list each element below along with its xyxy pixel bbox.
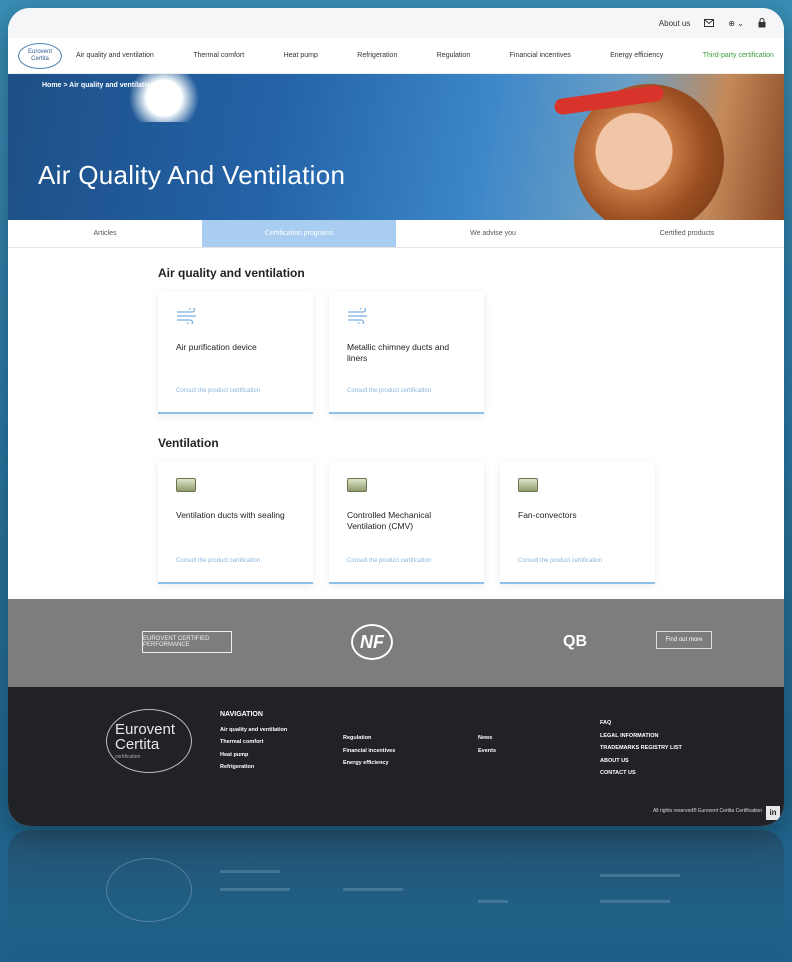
card-row-air-quality: Air purification device Consult the prod…: [158, 292, 784, 414]
card-link[interactable]: Consult the product certification: [347, 558, 431, 564]
card-row-ventilation: Ventilation ducts with sealing Consult t…: [158, 462, 784, 584]
program-card[interactable]: Metallic chimney ducts and liners Consul…: [329, 292, 484, 414]
footer-link[interactable]: Heat pump: [220, 749, 287, 762]
nav-item-regulation[interactable]: Regulation: [437, 52, 470, 59]
product-box-icon: [347, 478, 367, 492]
program-card[interactable]: Air purification device Consult the prod…: [158, 292, 313, 414]
footer-col-1: NAVIGATION Air quality and ventilation T…: [220, 709, 287, 774]
card-title: Air purification device: [176, 342, 257, 352]
linkedin-icon[interactable]: in: [766, 806, 780, 820]
nav-item-financial-incentives[interactable]: Financial incentives: [510, 52, 571, 59]
footer-nav-heading: NAVIGATION: [220, 711, 263, 718]
footer-logo-line-2: Certita: [115, 736, 160, 753]
copyright: All rights reserved® Eurovent Certita Ce…: [652, 808, 762, 814]
breadcrumb[interactable]: Home > Air quality and ventilation: [42, 82, 155, 89]
section-title-air-quality: Air quality and ventilation: [158, 266, 305, 280]
footer-logo-line-1: Eurovent: [115, 721, 176, 738]
footer: Eurovent Certita certification NAVIGATIO…: [8, 687, 784, 826]
tab-certification-programs[interactable]: Certification programs: [202, 220, 396, 247]
footer-link[interactable]: Refrigeration: [220, 761, 287, 774]
about-link[interactable]: About us: [659, 19, 691, 28]
page-reflection: [8, 830, 784, 962]
footer-link[interactable]: Thermal comfort: [220, 736, 287, 749]
footer-logo[interactable]: Eurovent Certita certification: [106, 709, 192, 773]
nav-item-air-quality[interactable]: Air quality and ventilation: [76, 52, 154, 59]
hero-banner: Home > Air quality and ventilation Air Q…: [8, 74, 784, 220]
card-link[interactable]: Consult the product certification: [518, 558, 602, 564]
section-tabs: Articles Certification programs We advis…: [8, 220, 784, 248]
footer-link[interactable]: ABOUT US: [600, 755, 682, 768]
language-selector[interactable]: ⊕ ⌄: [728, 19, 744, 28]
reflected-text: [343, 888, 403, 891]
footer-link[interactable]: FAQ: [600, 717, 682, 730]
lock-icon[interactable]: [758, 18, 766, 28]
main-content: Air quality and ventilation Air purifica…: [8, 248, 784, 584]
program-card[interactable]: Controlled Mechanical Ventilation (CMV) …: [329, 462, 484, 584]
card-link[interactable]: Consult the product certification: [176, 388, 260, 394]
footer-link[interactable]: Air quality and ventilation: [220, 724, 287, 737]
section-title-ventilation: Ventilation: [158, 436, 219, 450]
reflected-text: [220, 870, 280, 873]
eurovent-certified-logo[interactable]: EUROVENT CERTIFIED PERFORMANCE: [142, 631, 232, 653]
card-title: Fan-convectors: [518, 510, 577, 520]
footer-link[interactable]: News: [478, 732, 496, 745]
reflected-text: [600, 900, 670, 903]
logo-line-1: Eurovent: [27, 48, 52, 55]
footer-logo-sub: certification: [115, 754, 141, 760]
reflected-text: [220, 888, 290, 891]
footer-link[interactable]: Events: [478, 745, 496, 758]
logo-line-2: Certita: [31, 55, 49, 62]
product-box-icon: [176, 478, 196, 492]
tab-we-advise-you[interactable]: We advise you: [396, 220, 590, 247]
reflected-text: [600, 874, 680, 877]
eurovent-certita-logo[interactable]: Eurovent Certita: [18, 42, 62, 69]
card-title: Metallic chimney ducts and liners: [347, 342, 450, 363]
card-link[interactable]: Consult the product certification: [176, 558, 260, 564]
mail-icon[interactable]: [704, 19, 715, 27]
footer-link[interactable]: CONTACT US: [600, 767, 682, 780]
nav-item-third-party-certification[interactable]: Third-party certification: [703, 52, 774, 59]
nf-logo[interactable]: NF: [351, 624, 393, 660]
page-title: Air Quality And Ventilation: [38, 160, 346, 190]
partner-logos-band: EUROVENT CERTIFIED PERFORMANCE NF QB Fin…: [8, 599, 784, 687]
reflected-logo: [106, 858, 192, 922]
main-navigation: Eurovent Certita Air quality and ventila…: [8, 38, 784, 74]
utility-bar: About us ⊕ ⌄: [8, 8, 784, 38]
nav-item-refrigeration[interactable]: Refrigeration: [357, 52, 397, 59]
product-box-icon: [518, 478, 538, 492]
card-title: Ventilation ducts with sealing: [176, 510, 285, 520]
footer-col-3: News Events: [478, 732, 496, 757]
footer-link[interactable]: Financial incentives: [343, 745, 395, 758]
nav-item-thermal-comfort[interactable]: Thermal comfort: [193, 52, 244, 59]
browser-page: About us ⊕ ⌄ Eurovent Certita Air qualit…: [8, 8, 784, 826]
footer-link[interactable]: TRADEMARKS REGISTRY LIST: [600, 742, 682, 755]
footer-link[interactable]: LEGAL INFORMATION: [600, 730, 682, 743]
card-link[interactable]: Consult the product certification: [347, 388, 431, 394]
airflow-icon: [176, 306, 200, 326]
nav-item-heat-pump[interactable]: Heat pump: [284, 52, 318, 59]
tab-certified-products[interactable]: Certified products: [590, 220, 784, 247]
footer-col-2: Regulation Financial incentives Energy e…: [343, 732, 395, 770]
footer-col-4: FAQ LEGAL INFORMATION TRADEMARKS REGISTR…: [600, 717, 682, 780]
airflow-icon: [347, 306, 371, 326]
program-card[interactable]: Ventilation ducts with sealing Consult t…: [158, 462, 313, 584]
card-title: Controlled Mechanical Ventilation (CMV): [347, 510, 432, 531]
qb-logo[interactable]: QB: [560, 624, 590, 660]
footer-link[interactable]: Regulation: [343, 732, 395, 745]
tab-articles[interactable]: Articles: [8, 220, 202, 247]
find-out-more-button[interactable]: Find out more: [656, 631, 712, 649]
nav-item-energy-efficiency[interactable]: Energy efficiency: [610, 52, 663, 59]
program-card[interactable]: Fan-convectors Consult the product certi…: [500, 462, 655, 584]
reflected-text: [478, 900, 508, 903]
nav-menu: Air quality and ventilation Thermal comf…: [76, 52, 774, 59]
footer-link[interactable]: Energy efficiency: [343, 757, 395, 770]
